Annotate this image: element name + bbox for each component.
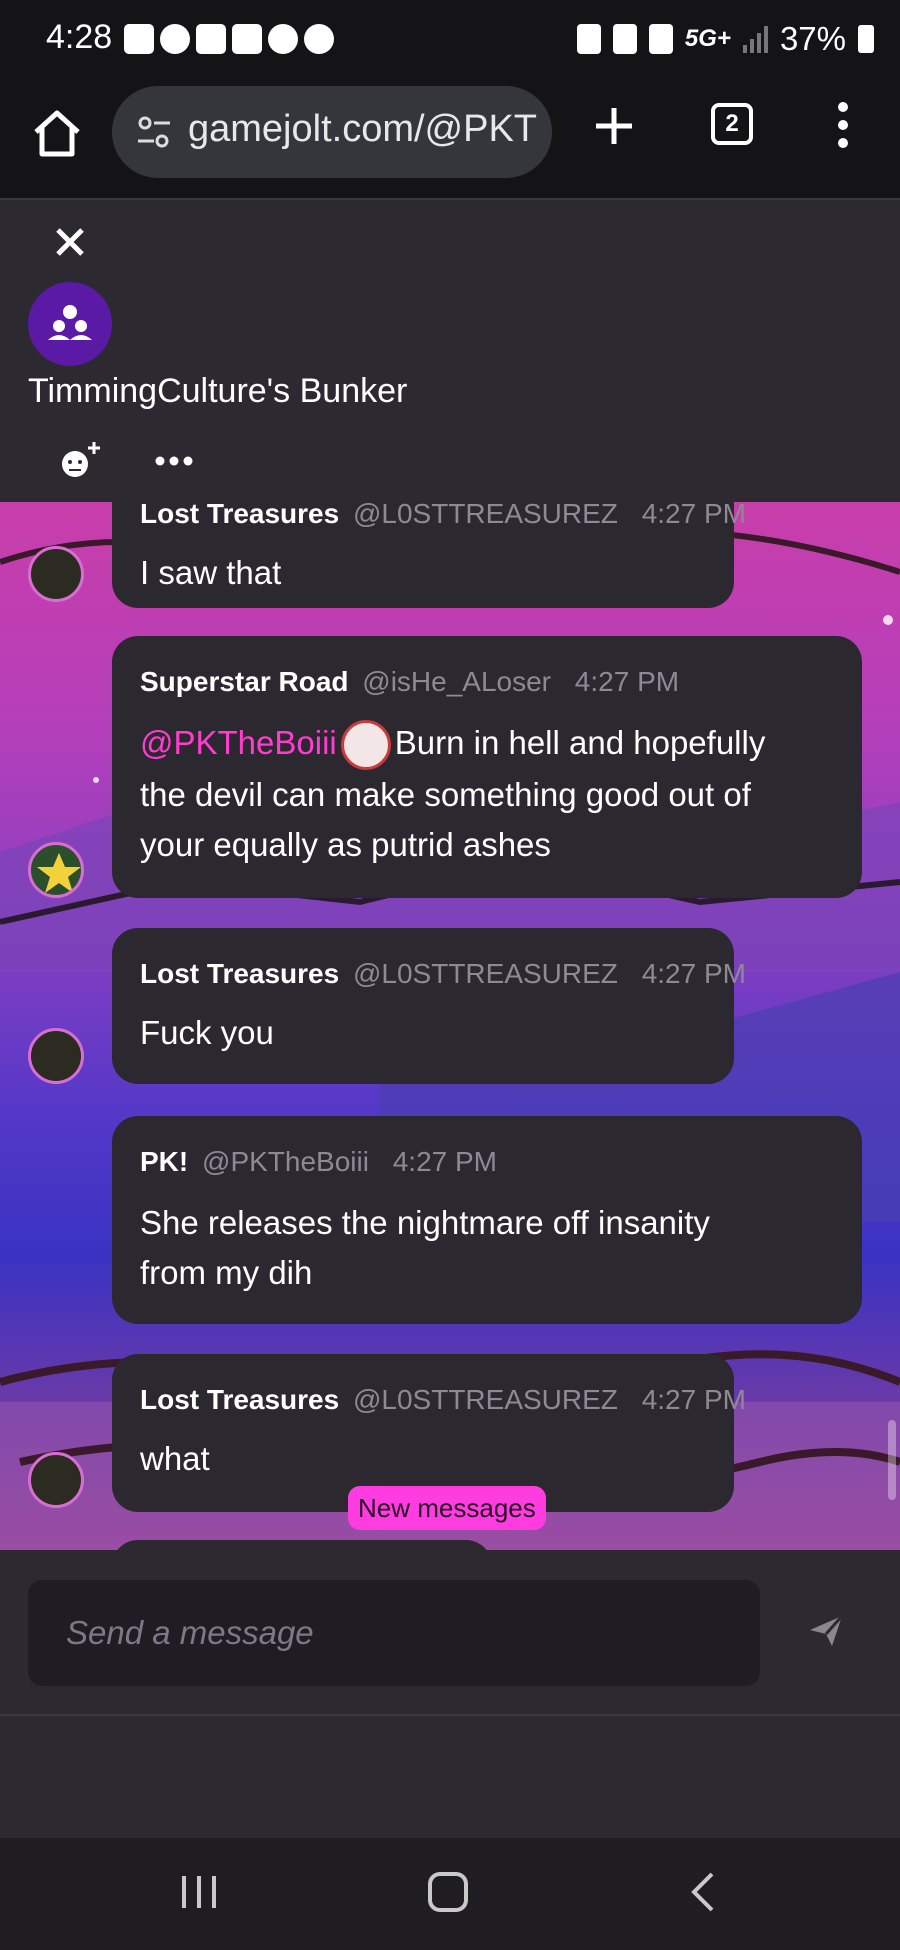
address-bar[interactable]: gamejolt.com/@PKT	[112, 86, 552, 178]
message-author[interactable]: PK!	[140, 1146, 188, 1177]
message-handle[interactable]: @L0STTREASUREZ	[353, 1384, 618, 1415]
message-author[interactable]: Lost Treasures	[140, 1384, 339, 1415]
media-notification-icon	[268, 24, 298, 54]
message-text-line: Burn in hell and hopefully	[394, 724, 766, 761]
avatar[interactable]	[28, 546, 84, 602]
message-author[interactable]: Lost Treasures	[140, 958, 339, 989]
message-text-line: the devil can make something good out of	[140, 776, 751, 814]
battery-icon	[858, 25, 874, 53]
message-handle[interactable]: @PKTheBoiii	[202, 1146, 369, 1177]
message-header: Lost Treasures @L0STTREASUREZ 4:27 PM	[140, 1384, 746, 1416]
avatar[interactable]	[28, 1452, 84, 1508]
message-author[interactable]: Lost Treasures	[140, 502, 339, 529]
message-handle[interactable]: @isHe_ALoser	[362, 666, 551, 697]
add-member-icon[interactable]	[58, 440, 102, 480]
message-time: 4:27 PM	[574, 666, 680, 697]
screen: 4:28 5G+ 37% gamejolt.com/@PKT 2 Timming…	[0, 0, 900, 1950]
message-author[interactable]: Superstar Road	[140, 666, 349, 697]
app-notification-icon	[160, 24, 190, 54]
message-time: 4:27 PM	[641, 1384, 746, 1415]
room-title: TimmingCulture's Bunker	[28, 372, 408, 410]
plus-icon[interactable]	[590, 102, 638, 150]
message-handle[interactable]: @L0STTREASUREZ	[353, 958, 618, 989]
network-type: 5G+	[684, 25, 731, 52]
mention-link[interactable]: @PKTheBoiii	[140, 724, 337, 761]
message-header: Lost Treasures @L0STTREASUREZ 4:27 PM	[140, 502, 746, 530]
chat-header: TimmingCulture's Bunker	[0, 200, 900, 502]
message-text: what	[140, 1440, 210, 1477]
message-text: She releases the nightmare off insanity …	[140, 1198, 710, 1298]
message-bubble[interactable]	[112, 1540, 492, 1550]
status-time: 4:28	[46, 18, 113, 56]
message-text: Fuck you	[140, 1014, 274, 1051]
notification-icons	[124, 24, 334, 54]
url-text[interactable]: gamejolt.com/@PKT	[188, 108, 537, 151]
back-icon[interactable]	[688, 1870, 716, 1914]
message-composer: Send a message	[0, 1550, 900, 1716]
send-icon[interactable]	[806, 1610, 846, 1650]
tune-icon[interactable]	[134, 112, 174, 152]
message-text-line: your equally as putrid ashes	[140, 826, 551, 864]
system-nav-bar	[0, 1838, 900, 1950]
message-text: @PKTheBoiii Burn in hell and hopefully th…	[140, 718, 765, 870]
browser-toolbar: gamejolt.com/@PKT 2	[0, 84, 900, 200]
close-icon[interactable]	[50, 222, 90, 262]
message-text: I saw that	[140, 554, 282, 591]
emoji-icon	[340, 720, 391, 771]
nfc-icon	[612, 24, 637, 54]
mute-icon	[648, 24, 673, 54]
new-messages-button[interactable]: New messages	[348, 1486, 546, 1530]
message-bubble[interactable]: Lost Treasures @L0STTREASUREZ 4:27 PM I …	[112, 502, 746, 608]
system-home-icon[interactable]	[428, 1872, 468, 1912]
system-status: 5G+ 37%	[576, 20, 874, 58]
media-notification-icon-2	[304, 24, 334, 54]
message-time: 4:27 PM	[392, 1146, 498, 1177]
room-avatar[interactable]	[28, 282, 112, 366]
message-header: PK! @PKTheBoiii 4:27 PM	[140, 1146, 497, 1178]
battery-percent: 37%	[779, 20, 846, 57]
message-input-placeholder: Send a message	[66, 1614, 314, 1651]
message-bubble[interactable]: Lost Treasures @L0STTREASUREZ 4:27 PM Fu…	[112, 928, 746, 1084]
group-icon	[48, 305, 92, 340]
signal-icon	[742, 25, 768, 53]
message-text-line: She releases the nightmare off insanity	[140, 1204, 710, 1241]
avatar[interactable]	[28, 1028, 84, 1084]
more-icon[interactable]	[154, 454, 194, 468]
message-header: Superstar Road @isHe_ALoser 4:27 PM	[140, 666, 679, 698]
chat-messages[interactable]: Lost Treasures @L0STTREASUREZ 4:27 PM I …	[0, 502, 900, 1550]
scrollbar[interactable]	[888, 1420, 896, 1500]
message-bubble[interactable]: Superstar Road @isHe_ALoser 4:27 PM @PKT…	[112, 636, 862, 898]
checkbox-notification-icon	[196, 24, 226, 54]
message-input[interactable]: Send a message	[28, 1580, 760, 1686]
page-footer-space	[0, 1716, 900, 1838]
message-handle[interactable]: @L0STTREASUREZ	[353, 502, 618, 529]
kebab-menu-icon[interactable]	[836, 100, 850, 150]
message-bubble[interactable]: PK! @PKTheBoiii 4:27 PM She releases the…	[112, 1116, 862, 1324]
tab-switcher-button[interactable]: 2	[711, 103, 753, 145]
message-time: 4:27 PM	[641, 502, 746, 529]
recents-icon[interactable]	[180, 1874, 218, 1910]
vpn-icon	[124, 24, 154, 54]
gallery-notification-icon	[232, 24, 262, 54]
home-icon[interactable]	[30, 106, 84, 160]
message-header: Lost Treasures @L0STTREASUREZ 4:27 PM	[140, 958, 746, 990]
nfc-card-icon	[576, 24, 601, 54]
message-text-line: from my dih	[140, 1254, 313, 1291]
status-bar: 4:28 5G+ 37%	[0, 0, 900, 84]
avatar[interactable]	[28, 842, 84, 898]
message-time: 4:27 PM	[641, 958, 746, 989]
